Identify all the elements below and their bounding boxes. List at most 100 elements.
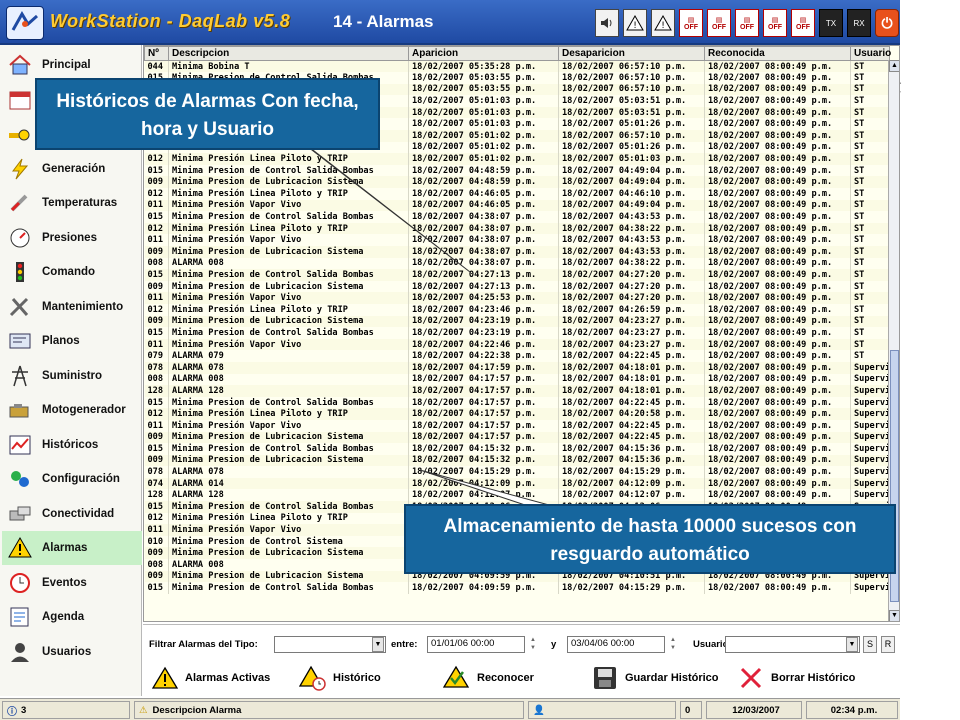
- save-history-button[interactable]: Guardar Histórico: [591, 662, 719, 694]
- tx-phone-button[interactable]: TX: [819, 9, 843, 37]
- table-row[interactable]: 015Minima Presion de Control Salida Bomb…: [144, 582, 890, 594]
- sidebar-item-eventos[interactable]: Eventos: [2, 566, 142, 600]
- sidebar-item-presiones[interactable]: Presiones: [2, 221, 142, 255]
- warning-muted-button[interactable]: !: [651, 9, 675, 37]
- sidebar-item-comando[interactable]: Comando: [2, 255, 142, 289]
- speaker-icon[interactable]: [595, 9, 619, 37]
- table-cell: 18/02/2007 08:00:49 p.m.: [704, 582, 851, 594]
- table-row[interactable]: 011Minima Presión Vapor Vivo18/02/2007 0…: [144, 292, 890, 304]
- sidebar-item-temperaturas[interactable]: Temperaturas: [2, 186, 142, 220]
- column-header[interactable]: Nº: [144, 46, 169, 61]
- table-row[interactable]: 011Minima Presión Vapor Vivo18/02/2007 0…: [144, 419, 890, 432]
- table-row[interactable]: 079 ALARMA 079 18/02/2007 04:22:38 p.m. 18/…: [144, 350, 890, 362]
- sidebar-item-principal[interactable]: Principal: [2, 48, 142, 82]
- outer-margin: [900, 0, 960, 720]
- table-row[interactable]: 009Minima Presion de Lubricacion Sistema…: [144, 280, 890, 293]
- scroll-up-button[interactable]: ▲: [889, 60, 899, 72]
- warning-icon: ⚠: [139, 704, 148, 716]
- off-button-5[interactable]: ▤ OFF: [791, 9, 815, 37]
- table-row[interactable]: 078 ALARMA 078 18/02/2007 04:15:29 p.m. 18/…: [144, 466, 890, 478]
- table-row[interactable]: 011Minima Presión Vapor Vivo18/02/2007 0…: [144, 338, 890, 351]
- table-row[interactable]: 009Minima Presion de Lubricacion Sistema…: [144, 176, 890, 189]
- table-row[interactable]: 078 ALARMA 078 18/02/2007 04:17:59 p.m. 18/…: [144, 361, 890, 374]
- table-row[interactable]: 009Minima Presion de Lubricacion Sistema…: [144, 246, 890, 258]
- table-cell: Minima Presión Vapor Vivo: [168, 292, 409, 304]
- table-cell: ST: [850, 280, 890, 293]
- table-row[interactable]: 015Minima Presion de Control Salida Bomb…: [144, 164, 890, 177]
- table-row[interactable]: 012Minima Presión Linea Piloto y TRIP18/…: [144, 153, 890, 165]
- active-alarms-button[interactable]: Alarmas Activas: [151, 662, 270, 694]
- to-date-input[interactable]: 03/04/06 00:00: [567, 636, 665, 653]
- table-cell: ALARMA 008: [168, 257, 409, 270]
- rx-label: RX: [853, 18, 865, 28]
- table-row[interactable]: 012Minima Presión Linea Piloto y TRIP18/…: [144, 408, 890, 420]
- table-row[interactable]: 012Minima Presión Linea Piloto y TRIP18/…: [144, 303, 890, 316]
- table-cell: Supervi: [850, 582, 890, 594]
- alarm-type-select[interactable]: [274, 636, 386, 653]
- filter-r-button[interactable]: R: [881, 636, 895, 653]
- table-row[interactable]: 009Minima Presion de Lubricacion Sistema…: [144, 431, 890, 444]
- table-row[interactable]: 044 Minima Bobina T 18/02/2007 05:35:28 p.…: [144, 60, 890, 73]
- table-row[interactable]: 015Minima Presion de Control Salida Bomb…: [144, 396, 890, 409]
- table-cell: ST: [850, 269, 890, 281]
- sidebar-item-motogenerador[interactable]: Motogenerador: [2, 393, 142, 427]
- column-header[interactable]: Reconocida: [704, 46, 851, 61]
- column-header[interactable]: Descripcion: [168, 46, 409, 61]
- to-date-spinner[interactable]: ▲ ▼: [668, 636, 678, 653]
- table-row[interactable]: 008 ALARMA 008 18/02/2007 04:38:07 p.m. 18/…: [144, 257, 890, 270]
- table-row[interactable]: 015Minima Presion de Control Salida Bomb…: [144, 443, 890, 455]
- column-header[interactable]: Aparicion: [408, 46, 559, 61]
- table-row[interactable]: 009Minima Presion de Lubricacion Sistema…: [144, 315, 890, 328]
- column-header[interactable]: Desaparicion: [558, 46, 705, 61]
- table-cell: ALARMA 128: [168, 489, 409, 502]
- delete-history-button[interactable]: Borrar Histórico: [737, 662, 855, 694]
- table-cell: Minima Presion de Lubricacion Sistema: [168, 315, 409, 328]
- sidebar-item-suministro[interactable]: Suministro: [2, 359, 142, 393]
- table-row[interactable]: 012Minima Presión Linea Piloto y TRIP18/…: [144, 188, 890, 200]
- table-cell: 18/02/2007 08:00:49 p.m.: [704, 361, 851, 374]
- sidebar-item-conectividad[interactable]: Conectividad: [2, 497, 142, 531]
- table-cell: 18/02/2007 08:00:49 p.m.: [704, 176, 851, 189]
- table-row[interactable]: 015Minima Presion de Control Salida Bomb…: [144, 211, 890, 223]
- off-button-4[interactable]: ▤ OFF: [763, 9, 787, 37]
- power-icon[interactable]: ⏻: [875, 9, 899, 37]
- user-select[interactable]: [725, 636, 860, 653]
- off-button-3[interactable]: ▤ OFF: [735, 9, 759, 37]
- from-date-spinner[interactable]: ▲ ▼: [528, 636, 538, 653]
- table-row[interactable]: 011Minima Presión Vapor Vivo18/02/2007 0…: [144, 199, 890, 212]
- table-cell: 18/02/2007 08:00:49 p.m.: [704, 477, 851, 490]
- sidebar-item-historicos[interactable]: Históricos: [2, 428, 142, 462]
- alarm-warning-button[interactable]: !: [623, 9, 647, 37]
- off-button-1[interactable]: ▤ OFF: [679, 9, 703, 37]
- off-button-2[interactable]: ▤ OFF: [707, 9, 731, 37]
- table-cell: ST: [850, 141, 890, 154]
- table-row[interactable]: 012Minima Presión Linea Piloto y TRIP18/…: [144, 222, 890, 235]
- sidebar-item-usuarios[interactable]: Usuarios: [2, 635, 142, 669]
- sidebar-item-mantenimiento[interactable]: Mantenimiento: [2, 290, 142, 324]
- table-row[interactable]: 128 ALARMA 128 18/02/2007 04:17:57 p.m. 18/…: [144, 385, 890, 397]
- rx-phone-button[interactable]: RX: [847, 9, 871, 37]
- sidebar-item-generacion[interactable]: Generación: [2, 152, 142, 186]
- sidebar-item-agenda[interactable]: Agenda: [2, 600, 142, 634]
- table-row[interactable]: 074 ALARMA 014 18/02/2007 04:12:09 p.m. 18/…: [144, 477, 890, 490]
- sidebar-item-alarmas[interactable]: Alarmas: [2, 531, 142, 565]
- table-row[interactable]: 015Minima Presion de Control Salida Bomb…: [144, 269, 890, 281]
- column-header[interactable]: Usuario: [850, 46, 891, 61]
- scroll-down-button[interactable]: ▼: [889, 610, 899, 621]
- acknowledge-button[interactable]: Reconocer: [443, 662, 534, 694]
- chevron-down-icon[interactable]: ▼: [372, 637, 384, 652]
- from-date-input[interactable]: 01/01/06 00:00: [427, 636, 525, 653]
- table-row[interactable]: 015Minima Presion de Control Salida Bomb…: [144, 327, 890, 339]
- table-row[interactable]: 008 ALARMA 008 18/02/2007 04:17:57 p.m. 18/…: [144, 373, 890, 386]
- filter-s-button[interactable]: S: [863, 636, 877, 653]
- table-cell: 18/02/2007 04:48:59 p.m.: [408, 164, 559, 177]
- table-cell: 18/02/2007 06:57:10 p.m.: [558, 72, 705, 84]
- sidebar-item-planos[interactable]: Planos: [2, 324, 142, 358]
- table-row[interactable]: 011Minima Presión Vapor Vivo18/02/2007 0…: [144, 234, 890, 246]
- chevron-down-icon[interactable]: ▼: [846, 637, 858, 652]
- table-row[interactable]: 128 ALARMA 128 18/02/2007 04:12:07 p.m. 18/…: [144, 489, 890, 502]
- table-row[interactable]: 009Minima Presion de Lubricacion Sistema…: [144, 454, 890, 467]
- table-cell: ST: [850, 188, 890, 200]
- sidebar-item-configuracion[interactable]: Configuración: [2, 462, 142, 496]
- history-button[interactable]: Histórico: [299, 662, 381, 694]
